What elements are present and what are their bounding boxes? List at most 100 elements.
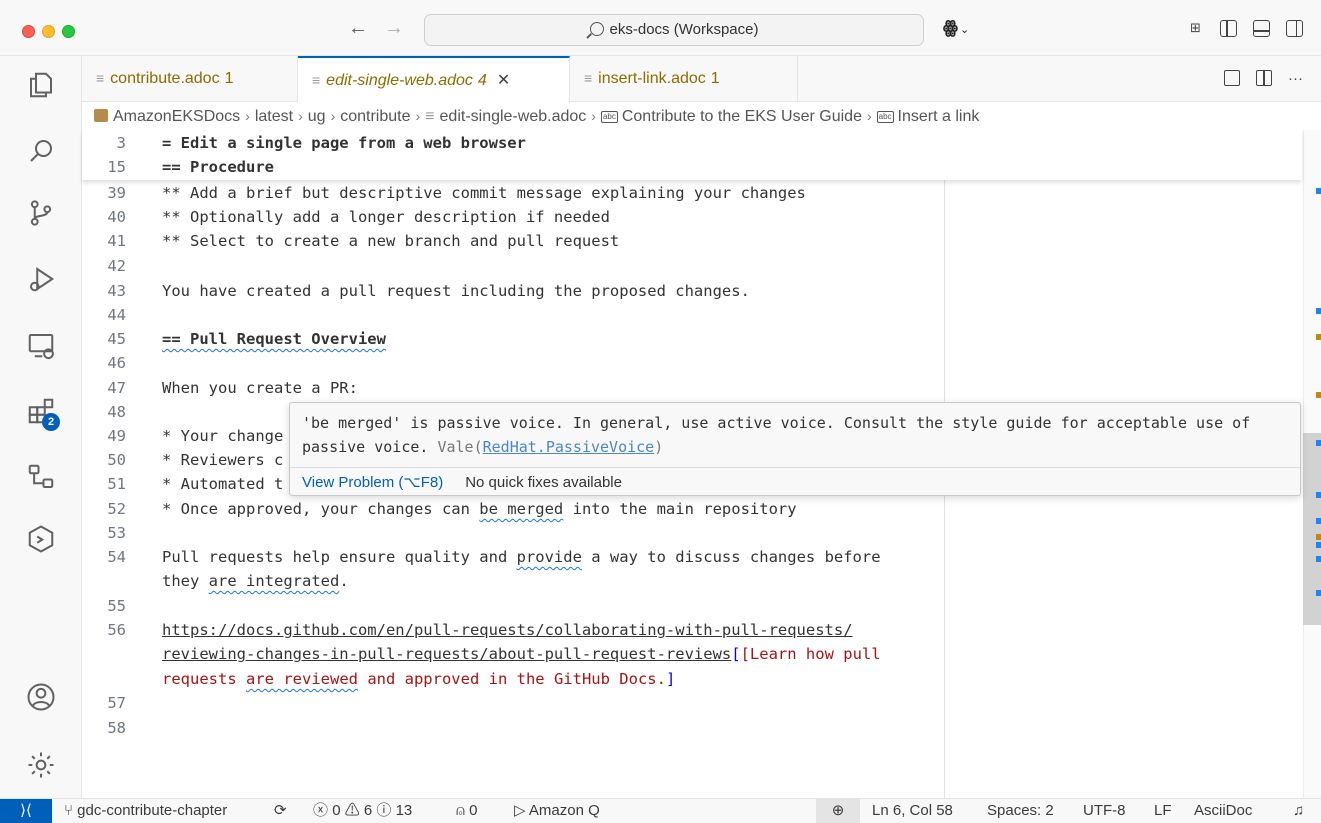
open-preview-icon[interactable] xyxy=(1224,70,1240,86)
minimize-window-button[interactable] xyxy=(42,25,55,38)
customize-layout-icon[interactable]: ⊞ xyxy=(1187,20,1204,37)
code-line: Pull requests help ensure quality and pr… xyxy=(162,545,881,569)
zoom-in-icon[interactable]: ⊕ xyxy=(816,799,860,823)
title-bar: ← → eks-docs (Workspace) ꙮ ⌄ ⊞ xyxy=(0,0,1321,56)
overview-marker xyxy=(1316,518,1321,524)
overview-marker xyxy=(1316,334,1321,340)
code-line: ** Add a brief but descriptive commit me… xyxy=(162,184,806,202)
url-link[interactable]: https://docs.github.com/en/pull-requests… xyxy=(162,618,853,642)
overview-marker xyxy=(1316,440,1321,446)
code-text: Pull requests help ensure quality and xyxy=(162,548,517,566)
more-actions-icon[interactable]: ··· xyxy=(1288,70,1303,87)
passive-voice-warning[interactable]: are integrated xyxy=(209,572,340,590)
notifications-bell-icon[interactable]: ♫ xyxy=(1293,799,1304,823)
account-icon[interactable] xyxy=(24,680,58,714)
zoom-window-button[interactable] xyxy=(62,25,75,38)
code-text: they xyxy=(162,572,209,590)
explorer-icon[interactable] xyxy=(24,68,58,102)
warning-count: 6 xyxy=(363,802,373,819)
run-debug-icon[interactable] xyxy=(24,262,58,296)
tab-label: edit-single-web.adoc xyxy=(326,72,473,89)
breadcrumb-item[interactable]: ug xyxy=(308,108,326,125)
amazon-q-status[interactable]: ▷ Amazon Q xyxy=(514,799,600,823)
code-line-wrap: reviewing-changes-in-pull-requests/about… xyxy=(162,642,881,666)
breadcrumb: AmazonEKSDocs › latest › ug › contribute › ≡ edit… xyxy=(94,103,979,129)
encoding[interactable]: UTF-8 xyxy=(1083,799,1126,823)
sticky-scroll[interactable]: 3 = Edit a single page from a web browser… xyxy=(82,130,1302,180)
language-mode[interactable]: AsciiDoc xyxy=(1194,799,1252,823)
passive-voice-warning[interactable]: are reviewed xyxy=(246,670,358,688)
passive-voice-warning[interactable]: be merged xyxy=(479,500,563,518)
toggle-primary-sidebar-icon[interactable] xyxy=(1220,20,1237,37)
breadcrumb-item[interactable]: contribute xyxy=(340,108,410,125)
breadcrumb-item[interactable]: edit-single-web.adoc xyxy=(440,108,587,125)
split-editor-icon[interactable] xyxy=(1256,70,1272,86)
editor-tab-bar: ≡ contribute.adoc 1 ≡ edit-single-web.adoc 4… xyxy=(82,56,1321,103)
rule-link[interactable]: RedHat.PassiveVoice xyxy=(483,438,655,456)
end-of-line[interactable]: LF xyxy=(1154,799,1172,823)
link-text: requests xyxy=(162,670,246,688)
url-link[interactable]: reviewing-changes-in-pull-requests/about… xyxy=(162,645,731,663)
close-window-button[interactable] xyxy=(22,25,35,38)
problems-indicator[interactable]: ⓧ 0 ⚠ 6 ⓘ 13 xyxy=(313,799,412,823)
view-problem-link[interactable]: View Problem (⌥F8) xyxy=(302,474,443,491)
play-icon: ▷ xyxy=(514,802,529,819)
section-symbol-icon: abc xyxy=(600,111,618,123)
forward-arrow-icon[interactable]: → xyxy=(384,17,404,40)
chevron-down-icon: ⌄ xyxy=(959,24,970,36)
file-lines-icon: ≡ xyxy=(425,108,435,125)
branch-icon: ⑂ xyxy=(64,802,78,819)
tab-label: insert-link.adoc xyxy=(598,70,706,87)
branch-indicator[interactable]: ⑂ gdc-contribute-chapter xyxy=(64,799,227,823)
overview-marker xyxy=(1316,188,1321,194)
search-icon[interactable] xyxy=(24,134,58,168)
style-warning[interactable]: provide xyxy=(517,548,582,566)
breadcrumb-item[interactable]: latest xyxy=(255,108,293,125)
settings-gear-icon[interactable] xyxy=(24,748,58,782)
close-icon[interactable]: ✕ xyxy=(497,72,510,89)
toggle-secondary-sidebar-icon[interactable] xyxy=(1286,20,1303,37)
remote-explorer-icon[interactable] xyxy=(24,328,58,362)
error-count: 0 xyxy=(332,802,341,819)
tab-insert-link-adoc[interactable]: ≡ insert-link.adoc 1 xyxy=(570,56,798,102)
toggle-panel-icon[interactable] xyxy=(1253,20,1270,37)
remote-indicator-icon[interactable]: ⟩⟨ xyxy=(0,799,52,823)
code-line: * Automated t xyxy=(162,475,284,493)
breadcrumb-item[interactable]: Contribute to the EKS User Guide xyxy=(622,108,862,125)
hover-message: 'be merged' is passive voice. In general… xyxy=(302,411,1287,459)
breadcrumb-item[interactable]: Insert a link xyxy=(898,108,980,125)
info-icon: ⓘ xyxy=(376,802,392,819)
source-control-icon[interactable] xyxy=(24,196,58,230)
copilot-menu-button[interactable]: ꙮ ⌄ xyxy=(943,18,969,38)
sticky-line[interactable]: == Procedure xyxy=(162,155,274,179)
line-number: 49 xyxy=(107,427,126,445)
line-number: 50 xyxy=(107,451,126,469)
sync-icon[interactable]: ⟳ xyxy=(274,799,287,823)
amazon-q-label: Amazon Q xyxy=(528,802,600,819)
problem-hover-popup[interactable]: 'be merged' is passive voice. In general… xyxy=(289,402,1301,496)
back-arrow-icon[interactable]: ← xyxy=(348,17,368,40)
line-number: 55 xyxy=(107,597,126,615)
overview-marker xyxy=(1316,492,1321,498)
scrollbar-thumb[interactable] xyxy=(1303,433,1321,625)
breadcrumb-item[interactable]: AmazonEKSDocs xyxy=(113,108,240,125)
amazon-q-icon[interactable] xyxy=(24,522,58,556)
hover-source: Vale( xyxy=(437,438,483,456)
ports-indicator[interactable]: ⍝ 0 xyxy=(456,799,478,823)
overview-marker xyxy=(1316,308,1321,314)
tab-contribute-adoc[interactable]: ≡ contribute.adoc 1 xyxy=(82,56,298,102)
tab-edit-single-web-adoc[interactable]: ≡ edit-single-web.adoc 4 ✕ xyxy=(298,56,570,103)
line-number: 51 xyxy=(107,475,126,493)
error-icon: ⓧ xyxy=(313,802,329,819)
ports-count: 0 xyxy=(469,802,478,819)
code-line: * Your change xyxy=(162,427,284,445)
cursor-position[interactable]: Ln 6, Col 58 xyxy=(872,799,953,823)
hierarchy-icon[interactable] xyxy=(24,460,58,494)
tab-problem-count: 1 xyxy=(710,70,720,87)
code-line: * Once approved, your changes can be mer… xyxy=(162,497,797,521)
indentation[interactable]: Spaces: 2 xyxy=(987,799,1054,823)
code-text: into the main repository xyxy=(563,500,797,518)
link-text: and approved in the GitHub Docs. xyxy=(357,670,666,688)
command-center-search[interactable]: eks-docs (Workspace) xyxy=(424,14,924,46)
sticky-line[interactable]: = Edit a single page from a web browser xyxy=(162,131,526,155)
